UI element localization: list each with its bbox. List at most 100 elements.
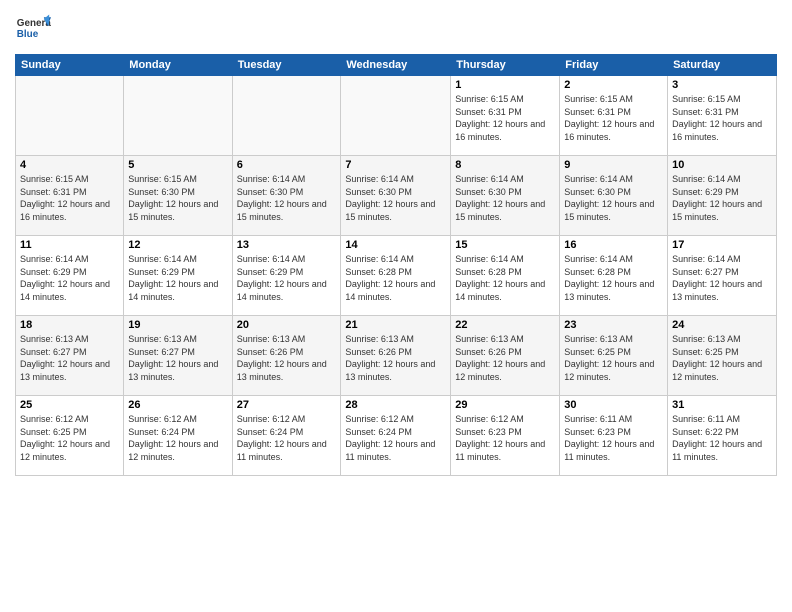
calendar-cell: 20Sunrise: 6:13 AMSunset: 6:26 PMDayligh… [232, 316, 341, 396]
day-info: Sunrise: 6:13 AMSunset: 6:25 PMDaylight:… [564, 333, 663, 383]
day-info: Sunrise: 6:14 AMSunset: 6:27 PMDaylight:… [672, 253, 772, 303]
day-number: 8 [455, 159, 555, 171]
day-number: 4 [20, 159, 119, 171]
day-number: 12 [128, 239, 227, 251]
day-info: Sunrise: 6:14 AMSunset: 6:28 PMDaylight:… [345, 253, 446, 303]
day-info: Sunrise: 6:12 AMSunset: 6:23 PMDaylight:… [455, 413, 555, 463]
day-number: 25 [20, 399, 119, 411]
logo-icon: General Blue [15, 10, 51, 46]
day-number: 19 [128, 319, 227, 331]
day-number: 9 [564, 159, 663, 171]
day-number: 29 [455, 399, 555, 411]
calendar-cell: 18 Sunrise: 6:13 AMSunset: 6:27 PMDayligh… [16, 316, 124, 396]
day-info: Sunrise: 6:12 AMSunset: 6:25 PMDaylight:… [20, 413, 119, 463]
calendar-cell: 23Sunrise: 6:13 AMSunset: 6:25 PMDayligh… [560, 316, 668, 396]
calendar-cell: 28 Sunrise: 6:12 AMSunset: 6:24 PMDayligh… [341, 396, 451, 476]
day-info: Sunrise: 6:14 AMSunset: 6:28 PMDaylight:… [455, 253, 555, 303]
calendar-cell: 10 Sunrise: 6:14 AMSunset: 6:29 PMDayligh… [668, 156, 777, 236]
day-number: 26 [128, 399, 227, 411]
calendar-cell: 6 Sunrise: 6:14 AMSunset: 6:30 PMDaylight… [232, 156, 341, 236]
day-info: Sunrise: 6:14 AMSunset: 6:30 PMDaylight:… [237, 173, 337, 223]
day-number: 31 [672, 399, 772, 411]
day-info: Sunrise: 6:13 AMSunset: 6:27 PMDaylight:… [20, 333, 119, 383]
header: General Blue [15, 10, 777, 46]
day-info: Sunrise: 6:11 AMSunset: 6:22 PMDaylight:… [672, 413, 772, 463]
day-number: 21 [345, 319, 446, 331]
day-number: 10 [672, 159, 772, 171]
calendar-cell: 9 Sunrise: 6:14 AMSunset: 6:30 PMDaylight… [560, 156, 668, 236]
calendar-cell: 7Sunrise: 6:14 AMSunset: 6:30 PMDaylight… [341, 156, 451, 236]
day-number: 18 [20, 319, 119, 331]
weekday-header-tuesday: Tuesday [232, 55, 341, 76]
day-number: 30 [564, 399, 663, 411]
day-number: 7 [345, 159, 446, 171]
day-info: Sunrise: 6:14 AMSunset: 6:29 PMDaylight:… [128, 253, 227, 303]
calendar-cell: 8 Sunrise: 6:14 AMSunset: 6:30 PMDaylight… [451, 156, 560, 236]
week-row-1: 1 Sunrise: 6:15 AMSunset: 6:31 PMDaylight… [16, 76, 777, 156]
calendar-cell: 16Sunrise: 6:14 AMSunset: 6:28 PMDayligh… [560, 236, 668, 316]
day-number: 27 [237, 399, 337, 411]
calendar-cell: 31 Sunrise: 6:11 AMSunset: 6:22 PMDayligh… [668, 396, 777, 476]
day-number: 22 [455, 319, 555, 331]
day-info: Sunrise: 6:14 AMSunset: 6:28 PMDaylight:… [564, 253, 663, 303]
calendar-cell [124, 76, 232, 156]
calendar-cell [16, 76, 124, 156]
day-info: Sunrise: 6:15 AMSunset: 6:30 PMDaylight:… [128, 173, 227, 223]
day-number: 1 [455, 79, 555, 91]
day-number: 15 [455, 239, 555, 251]
day-info: Sunrise: 6:12 AMSunset: 6:24 PMDaylight:… [345, 413, 446, 463]
calendar-cell: 15 Sunrise: 6:14 AMSunset: 6:28 PMDayligh… [451, 236, 560, 316]
day-number: 28 [345, 399, 446, 411]
calendar-cell [341, 76, 451, 156]
weekday-header-sunday: Sunday [16, 55, 124, 76]
day-number: 20 [237, 319, 337, 331]
page: General Blue SundayMondayTuesdayWednesda… [0, 0, 792, 612]
weekday-header-monday: Monday [124, 55, 232, 76]
day-info: Sunrise: 6:13 AMSunset: 6:27 PMDaylight:… [128, 333, 227, 383]
day-info: Sunrise: 6:12 AMSunset: 6:24 PMDaylight:… [128, 413, 227, 463]
calendar-cell: 19 Sunrise: 6:13 AMSunset: 6:27 PMDayligh… [124, 316, 232, 396]
weekday-header-saturday: Saturday [668, 55, 777, 76]
svg-text:Blue: Blue [17, 29, 39, 40]
day-number: 11 [20, 239, 119, 251]
day-info: Sunrise: 6:13 AMSunset: 6:26 PMDaylight:… [455, 333, 555, 383]
weekday-header-thursday: Thursday [451, 55, 560, 76]
day-number: 2 [564, 79, 663, 91]
logo: General Blue [15, 10, 51, 46]
calendar-cell: 3Sunrise: 6:15 AMSunset: 6:31 PMDaylight… [668, 76, 777, 156]
day-number: 17 [672, 239, 772, 251]
week-row-4: 18 Sunrise: 6:13 AMSunset: 6:27 PMDayligh… [16, 316, 777, 396]
week-row-5: 25 Sunrise: 6:12 AMSunset: 6:25 PMDayligh… [16, 396, 777, 476]
calendar-cell: 21Sunrise: 6:13 AMSunset: 6:26 PMDayligh… [341, 316, 451, 396]
week-row-3: 11 Sunrise: 6:14 AMSunset: 6:29 PMDayligh… [16, 236, 777, 316]
calendar-cell [232, 76, 341, 156]
day-number: 6 [237, 159, 337, 171]
calendar-cell: 30 Sunrise: 6:11 AMSunset: 6:23 PMDayligh… [560, 396, 668, 476]
day-info: Sunrise: 6:15 AMSunset: 6:31 PMDaylight:… [564, 93, 663, 143]
day-info: Sunrise: 6:15 AMSunset: 6:31 PMDaylight:… [455, 93, 555, 143]
calendar-cell: 17 Sunrise: 6:14 AMSunset: 6:27 PMDayligh… [668, 236, 777, 316]
week-row-2: 4Sunrise: 6:15 AMSunset: 6:31 PMDaylight… [16, 156, 777, 236]
calendar-cell: 1 Sunrise: 6:15 AMSunset: 6:31 PMDaylight… [451, 76, 560, 156]
day-info: Sunrise: 6:14 AMSunset: 6:30 PMDaylight:… [455, 173, 555, 223]
day-number: 14 [345, 239, 446, 251]
calendar-cell: 22 Sunrise: 6:13 AMSunset: 6:26 PMDayligh… [451, 316, 560, 396]
day-info: Sunrise: 6:13 AMSunset: 6:25 PMDaylight:… [672, 333, 772, 383]
day-info: Sunrise: 6:14 AMSunset: 6:29 PMDaylight:… [672, 173, 772, 223]
calendar-cell: 27 Sunrise: 6:12 AMSunset: 6:24 PMDayligh… [232, 396, 341, 476]
calendar-cell: 25 Sunrise: 6:12 AMSunset: 6:25 PMDayligh… [16, 396, 124, 476]
day-info: Sunrise: 6:14 AMSunset: 6:29 PMDaylight:… [20, 253, 119, 303]
calendar-table: SundayMondayTuesdayWednesdayThursdayFrid… [15, 54, 777, 476]
calendar-cell: 26 Sunrise: 6:12 AMSunset: 6:24 PMDayligh… [124, 396, 232, 476]
day-info: Sunrise: 6:14 AMSunset: 6:30 PMDaylight:… [564, 173, 663, 223]
calendar-cell: 2 Sunrise: 6:15 AMSunset: 6:31 PMDaylight… [560, 76, 668, 156]
day-number: 3 [672, 79, 772, 91]
calendar-cell: 5 Sunrise: 6:15 AMSunset: 6:30 PMDaylight… [124, 156, 232, 236]
day-number: 24 [672, 319, 772, 331]
day-info: Sunrise: 6:14 AMSunset: 6:29 PMDaylight:… [237, 253, 337, 303]
day-info: Sunrise: 6:12 AMSunset: 6:24 PMDaylight:… [237, 413, 337, 463]
day-info: Sunrise: 6:11 AMSunset: 6:23 PMDaylight:… [564, 413, 663, 463]
day-number: 5 [128, 159, 227, 171]
calendar-cell: 29 Sunrise: 6:12 AMSunset: 6:23 PMDayligh… [451, 396, 560, 476]
weekday-header-friday: Friday [560, 55, 668, 76]
